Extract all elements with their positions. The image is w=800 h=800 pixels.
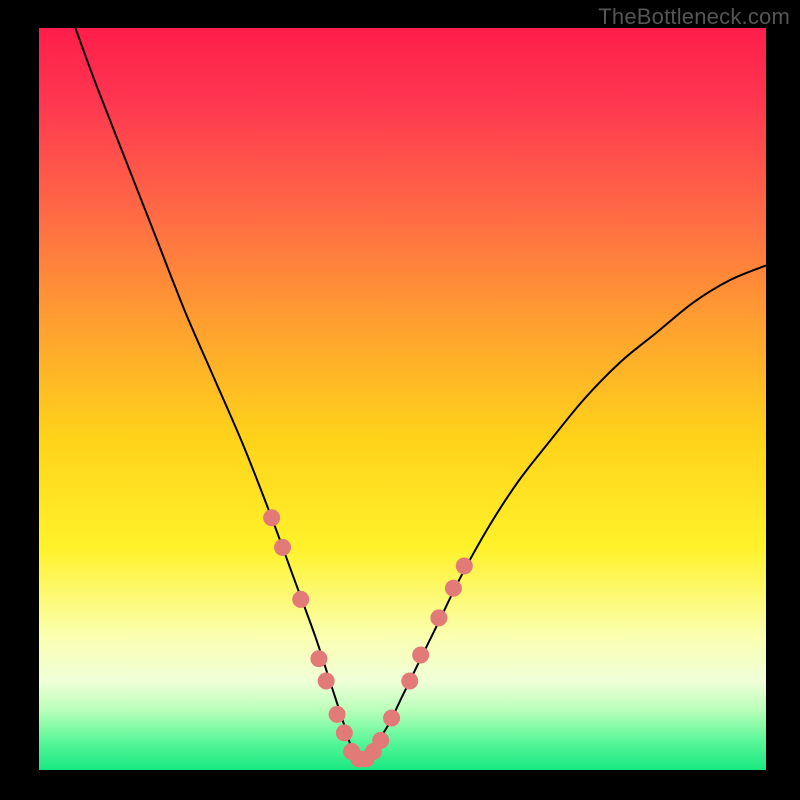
sample-point xyxy=(263,509,280,526)
sample-point xyxy=(292,591,309,608)
chart-container: TheBottleneck.com xyxy=(0,0,800,800)
plot-background xyxy=(39,28,766,770)
sample-point xyxy=(318,672,335,689)
sample-point xyxy=(456,557,473,574)
sample-point xyxy=(383,710,400,727)
sample-point xyxy=(336,724,353,741)
sample-point xyxy=(430,609,447,626)
sample-point xyxy=(274,539,291,556)
sample-point xyxy=(372,732,389,749)
sample-point xyxy=(329,706,346,723)
sample-point xyxy=(412,646,429,663)
sample-point xyxy=(445,580,462,597)
chart-svg xyxy=(0,0,800,800)
sample-point xyxy=(310,650,327,667)
sample-point xyxy=(401,672,418,689)
watermark-text: TheBottleneck.com xyxy=(598,4,790,30)
